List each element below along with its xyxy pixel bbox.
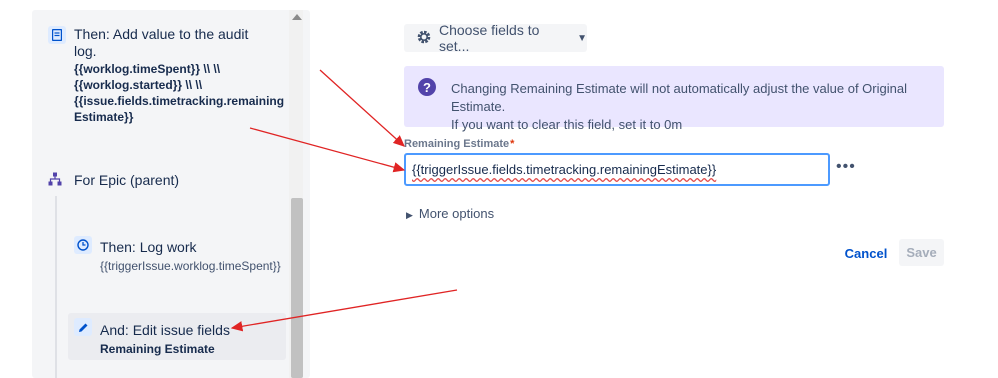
audit-log-icon	[48, 26, 66, 44]
branch-connector	[55, 196, 57, 378]
log-work-action[interactable]: Then: Log work {{triggerIssue.worklog.ti…	[68, 234, 286, 278]
info-line-2: If you want to clear this field, set it …	[451, 117, 683, 132]
cancel-button[interactable]: Cancel	[840, 240, 892, 266]
scroll-up-arrow-icon[interactable]	[292, 14, 302, 20]
remaining-estimate-input[interactable]: {{triggerIssue.fields.timetracking.remai…	[404, 153, 830, 186]
edit-issue-title: And: Edit issue fields	[100, 322, 230, 338]
more-actions-icon[interactable]: •••	[836, 158, 856, 176]
edit-issue-fields-action[interactable]: And: Edit issue fields Remaining Estimat…	[68, 313, 286, 360]
remaining-estimate-label: Remaining Estimate*	[404, 138, 514, 150]
clock-icon	[74, 236, 92, 254]
branch-icon	[46, 170, 64, 188]
audit-log-detail-3: {{issue.fields.timetracking.remaining	[74, 94, 285, 108]
remaining-estimate-label-text: Remaining Estimate	[404, 138, 510, 150]
branch-title: For Epic (parent)	[74, 172, 180, 188]
info-text: Changing Remaining Estimate will not aut…	[451, 80, 944, 134]
save-button[interactable]: Save	[899, 239, 944, 266]
rule-list-scrollbar-thumb[interactable]	[291, 198, 303, 378]
audit-log-detail-4: Estimate}}	[74, 110, 134, 124]
edit-issue-detail: Remaining Estimate	[100, 342, 215, 356]
audit-log-title: Then: Add value to the audit log.	[74, 26, 249, 59]
chevron-right-icon: ▶	[406, 210, 413, 220]
audit-log-detail-2: {{worklog.started}} \\ \\	[74, 78, 203, 92]
more-options-label: More options	[418, 206, 495, 221]
chevron-down-icon: ▼	[577, 32, 587, 44]
branch-epic-parent[interactable]: For Epic (parent)	[40, 166, 286, 192]
log-work-title: Then: Log work	[100, 239, 197, 255]
info-line-1: Changing Remaining Estimate will not aut…	[451, 81, 907, 114]
choose-fields-button[interactable]: Choose fields to set... ▼	[404, 22, 587, 54]
pencil-icon	[74, 318, 92, 336]
more-options-toggle[interactable]: ▶ More options	[406, 206, 494, 221]
choose-fields-label: Choose fields to set...	[439, 22, 540, 54]
gear-icon	[416, 29, 432, 48]
audit-log-detail-1: {{worklog.timeSpent}} \\ \\	[74, 62, 221, 76]
log-work-detail: {{triggerIssue.worklog.timeSpent}}	[100, 259, 281, 273]
question-icon: ?	[418, 78, 436, 96]
info-message: ? Changing Remaining Estimate will not a…	[404, 66, 944, 132]
audit-log-action[interactable]: Then: Add value to the audit log. {{work…	[40, 22, 286, 132]
remaining-estimate-value: {{triggerIssue.fields.timetracking.remai…	[412, 162, 717, 177]
required-marker: *	[510, 138, 515, 150]
annotation-arrow-1	[319, 69, 405, 147]
